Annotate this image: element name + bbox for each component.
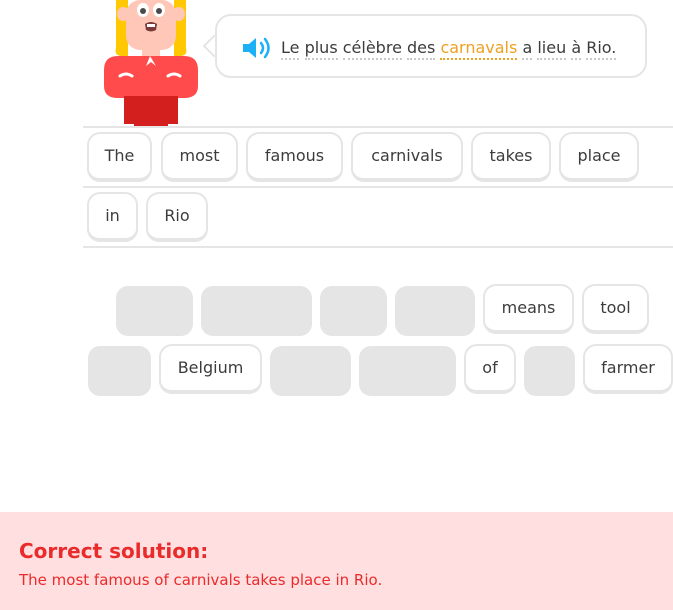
answer-word-chip[interactable]: carnivals <box>351 132 463 182</box>
prompt-word[interactable]: lieu <box>537 38 567 60</box>
word-bank-empty-slot <box>88 346 151 396</box>
correct-solution-panel: Correct solution: The most famous of car… <box>0 512 673 610</box>
prompt-word[interactable]: a <box>522 38 533 60</box>
solution-title: Correct solution: <box>19 539 209 563</box>
prompt-word[interactable]: des <box>407 38 436 60</box>
prompt-word[interactable]: à <box>571 38 582 60</box>
answer-word-chip[interactable]: Rio <box>146 192 208 242</box>
word-bank-empty-slot <box>359 346 456 396</box>
character-avatar-icon <box>104 0 198 126</box>
prompt-sentence: Le plus célèbre des carnavals a lieu à R… <box>281 37 617 60</box>
answer-word-chip[interactable]: most <box>161 132 238 182</box>
word-bank-chip[interactable]: tool <box>582 284 649 334</box>
answer-word-chip[interactable]: takes <box>471 132 551 182</box>
answer-line <box>83 126 673 128</box>
answer-word-chip[interactable]: famous <box>246 132 343 182</box>
prompt-word-highlighted[interactable]: carnavals <box>440 38 518 60</box>
word-bank-empty-slot <box>395 286 475 336</box>
word-bank-empty-slot <box>320 286 387 336</box>
answer-line <box>83 246 673 248</box>
speaker-icon[interactable] <box>241 36 273 60</box>
word-bank-chip[interactable]: farmer <box>583 344 673 394</box>
character-illustration <box>96 0 206 126</box>
answer-word-chip[interactable]: place <box>559 132 639 182</box>
word-bank-empty-slot <box>116 286 193 336</box>
prompt-word[interactable]: Le <box>281 38 300 60</box>
solution-text: The most famous of carnivals takes place… <box>19 571 383 589</box>
word-bank-chip[interactable]: means <box>483 284 574 334</box>
speech-bubble: Le plus célèbre des carnavals a lieu à R… <box>215 14 647 78</box>
word-bank-chip[interactable]: Belgium <box>159 344 262 394</box>
word-bank-empty-slot <box>270 346 351 396</box>
answer-word-chip[interactable]: in <box>87 192 138 242</box>
word-bank-chip[interactable]: of <box>464 344 516 394</box>
prompt-word[interactable]: plus <box>304 38 338 60</box>
answer-word-chip[interactable]: The <box>87 132 152 182</box>
prompt-word[interactable]: célèbre <box>342 38 402 60</box>
prompt-word[interactable]: Rio. <box>586 38 617 60</box>
word-bank-empty-slot <box>201 286 312 336</box>
word-bank-empty-slot <box>524 346 575 396</box>
answer-line <box>83 186 673 188</box>
